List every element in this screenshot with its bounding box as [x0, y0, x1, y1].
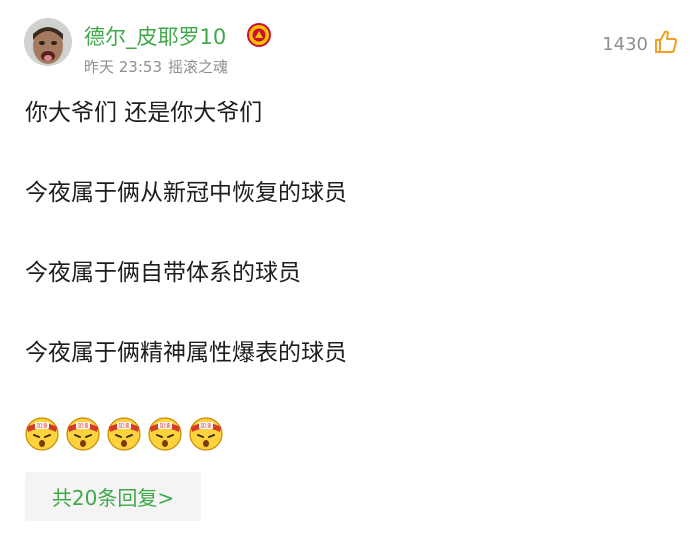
post-line: 今夜属于俩自带体系的球员	[25, 260, 301, 286]
svg-text:加油: 加油	[77, 422, 89, 430]
username[interactable]: 德尔_皮耶罗10	[84, 21, 226, 51]
like-count: 1430	[602, 33, 648, 55]
post-content: 你大爷们 还是你大爷们 今夜属于俩从新冠中恢复的球员 今夜属于俩自带体系的球员 …	[25, 96, 675, 370]
post-line: 今夜属于俩精神属性爆表的球员	[25, 340, 347, 366]
cheering-emoji-icon: 加油	[188, 415, 224, 451]
view-replies-button[interactable]: 共20条回复>	[25, 472, 201, 521]
post-time: 昨天 23:53	[84, 58, 162, 76]
post-line: 今夜属于俩从新冠中恢复的球员	[25, 180, 347, 206]
like-button[interactable]: 1430	[602, 28, 680, 60]
svg-text:加油: 加油	[36, 422, 48, 430]
emoji-row: 加油 加油 加油 加油 加油	[24, 415, 229, 451]
manchester-united-crest-icon	[247, 23, 271, 47]
post-line: 你大爷们 还是你大爷们	[25, 100, 263, 126]
cheering-emoji-icon: 加油	[24, 415, 60, 451]
post-meta: 昨天 23:53 摇滚之魂	[84, 56, 228, 77]
svg-text:加油: 加油	[118, 422, 130, 430]
cheering-emoji-icon: 加油	[147, 415, 183, 451]
svg-text:加油: 加油	[159, 422, 171, 430]
thumbs-up-icon	[652, 28, 680, 60]
avatar[interactable]	[24, 18, 72, 66]
cheering-emoji-icon: 加油	[65, 415, 101, 451]
post-source: 摇滚之魂	[168, 58, 229, 76]
cheering-emoji-icon: 加油	[106, 415, 142, 451]
svg-text:加油: 加油	[200, 422, 212, 430]
